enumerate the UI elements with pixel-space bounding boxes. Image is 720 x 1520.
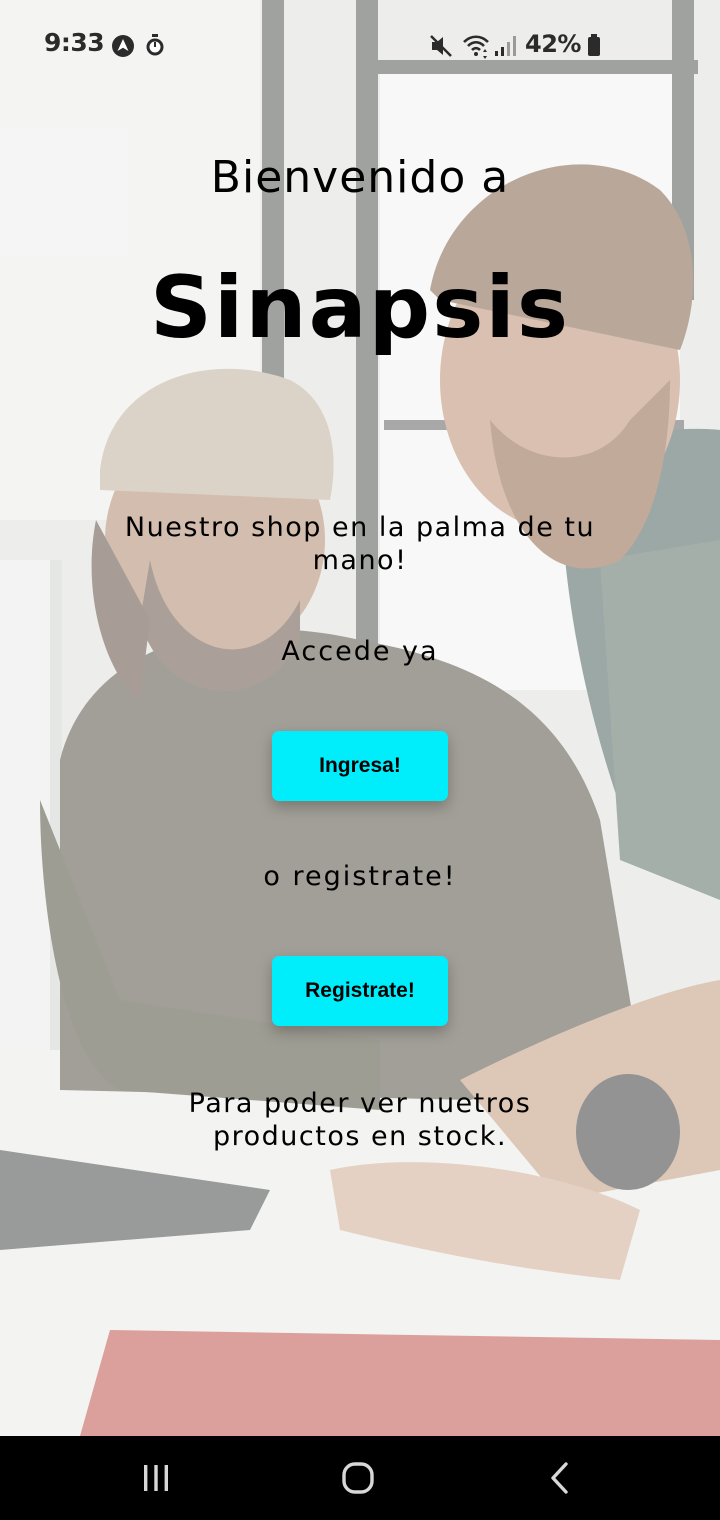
welcome-greeting: Bienvenido a bbox=[210, 152, 510, 203]
or-register-text: o registrate! bbox=[263, 861, 457, 892]
home-button[interactable] bbox=[288, 1436, 428, 1520]
home-icon bbox=[342, 1462, 374, 1494]
access-prompt: Accede ya bbox=[281, 636, 439, 667]
brand-title: Sinapsis bbox=[149, 258, 571, 358]
signal-icon bbox=[495, 36, 516, 56]
battery-percent: 42% bbox=[525, 30, 581, 58]
recents-button[interactable] bbox=[86, 1436, 226, 1520]
login-button[interactable]: Ingresa! bbox=[272, 731, 448, 801]
footer-note: Para poder ver nuetros productos en stoc… bbox=[188, 1088, 532, 1152]
navigation-arrow-icon bbox=[112, 35, 134, 57]
battery-icon bbox=[588, 34, 600, 56]
status-time: 9:33 bbox=[44, 28, 105, 57]
tagline: Nuestro shop en la palma de tu mano! bbox=[124, 512, 596, 576]
timer-icon bbox=[146, 34, 164, 56]
welcome-screen: Bienvenido a Sinapsis Nuestro shop en la… bbox=[0, 0, 720, 1436]
wifi-icon bbox=[463, 35, 489, 59]
system-nav-bar bbox=[0, 1436, 720, 1520]
mute-icon bbox=[430, 35, 452, 57]
back-icon bbox=[551, 1462, 568, 1494]
status-bar: 9:33 42% bbox=[0, 0, 720, 92]
recents-icon bbox=[144, 1465, 168, 1491]
register-button[interactable]: Registrate! bbox=[272, 956, 448, 1026]
back-button[interactable] bbox=[490, 1436, 630, 1520]
